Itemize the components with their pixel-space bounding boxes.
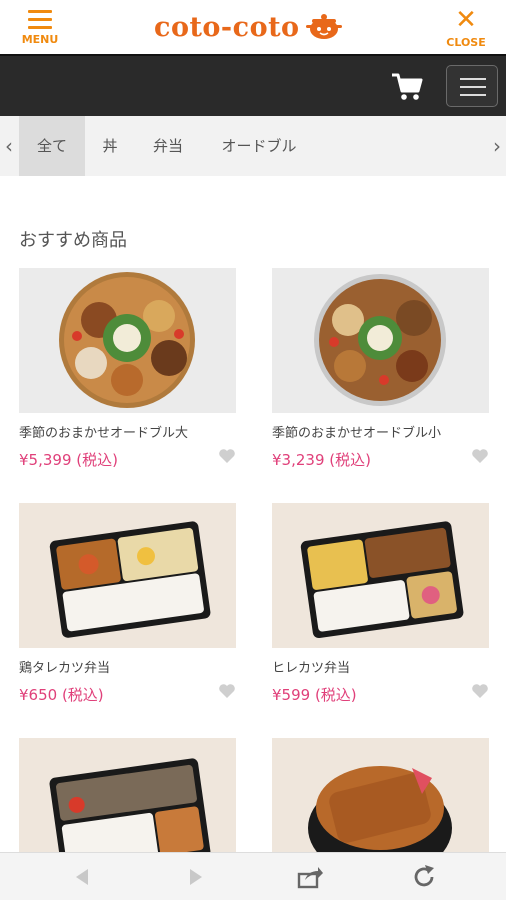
tab-don[interactable]: 丼: [92, 116, 128, 176]
menu-button[interactable]: MENU: [18, 8, 62, 48]
toolbar: [0, 54, 506, 116]
product-price: ¥650 (税込): [19, 686, 104, 704]
product-image[interactable]: [272, 268, 489, 413]
hamburger-icon[interactable]: [446, 65, 498, 107]
back-arrow-icon[interactable]: [68, 863, 96, 891]
heart-icon[interactable]: [218, 683, 236, 699]
browser-bottom-bar: [0, 852, 506, 900]
tabs-right-arrow-icon[interactable]: ›: [488, 116, 506, 176]
product-name[interactable]: 季節のおまかせオードブル大: [19, 422, 236, 441]
logo-text: coto-coto: [154, 11, 300, 43]
product-price: ¥599 (税込): [272, 686, 357, 704]
tab-bento[interactable]: 弁当: [140, 116, 196, 176]
section-title: おすすめ商品: [19, 230, 127, 251]
product-card[interactable]: 季節のおまかせオードブル大 ¥5,399 (税込): [19, 268, 236, 470]
app-header: MENU coto-coto ✕ CLOSE: [0, 0, 506, 54]
menu-icon: [28, 10, 52, 30]
product-card[interactable]: 鶏タレカツ弁当 ¥650 (税込): [19, 503, 236, 705]
product-card[interactable]: 季節のおまかせオードブル小 ¥3,239 (税込): [272, 268, 489, 470]
pot-logo-icon: [305, 14, 342, 39]
tab-hors-doeuvre[interactable]: オードブル: [210, 116, 308, 176]
category-tabs: ‹ 全て 丼 弁当 オードブル ›: [0, 116, 506, 176]
reload-icon[interactable]: [410, 863, 438, 891]
heart-icon[interactable]: [471, 683, 489, 699]
cart-icon[interactable]: [390, 70, 424, 102]
product-card[interactable]: ヒレカツ弁当 ¥599 (税込): [272, 503, 489, 705]
product-price: ¥5,399 (税込): [19, 451, 118, 469]
product-image[interactable]: [19, 503, 236, 648]
share-icon[interactable]: [296, 863, 324, 891]
product-name[interactable]: ヒレカツ弁当: [272, 657, 489, 676]
product-price: ¥3,239 (税込): [272, 451, 371, 469]
tab-all[interactable]: 全て: [19, 116, 85, 176]
forward-arrow-icon[interactable]: [182, 863, 210, 891]
close-label: CLOSE: [446, 36, 486, 49]
tabs-left-arrow-icon[interactable]: ‹: [0, 116, 18, 176]
close-button[interactable]: ✕ CLOSE: [440, 5, 492, 49]
logo[interactable]: coto-coto: [154, 10, 342, 44]
close-icon: ✕: [455, 5, 477, 35]
product-name[interactable]: 鶏タレカツ弁当: [19, 657, 236, 676]
heart-icon[interactable]: [471, 448, 489, 464]
menu-label: MENU: [21, 33, 59, 46]
product-image[interactable]: [19, 268, 236, 413]
product-name[interactable]: 季節のおまかせオードブル小: [272, 422, 489, 441]
heart-icon[interactable]: [218, 448, 236, 464]
product-image[interactable]: [272, 503, 489, 648]
